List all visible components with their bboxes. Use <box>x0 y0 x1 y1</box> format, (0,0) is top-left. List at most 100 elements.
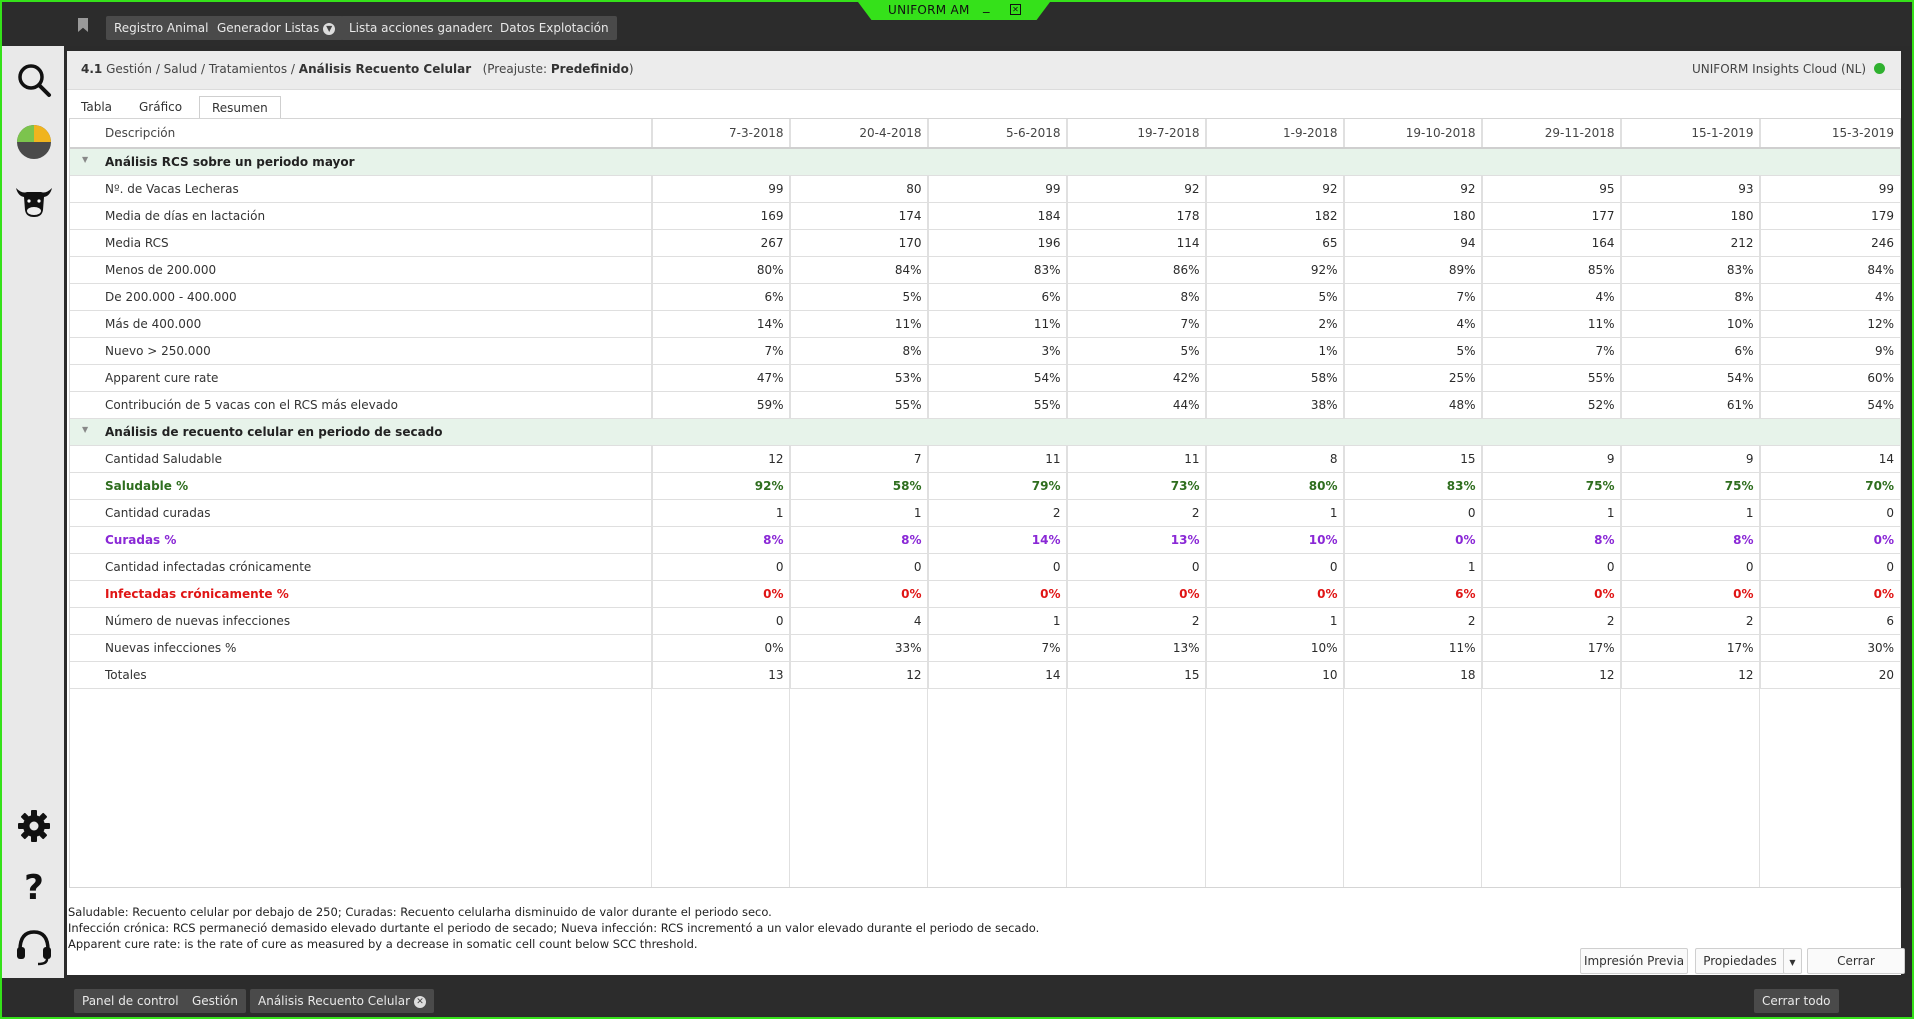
table-row[interactable]: Cantidad curadas 1 1 2 2 1 0 1 1 0 <box>70 499 1900 527</box>
table-row[interactable]: Cantidad infectadas crónicamente 0 0 0 0 0 1 0 0… <box>70 553 1900 581</box>
table-row[interactable]: Apparent cure rate 47% 53% 54% 42% 58% 25% 55% 5… <box>70 364 1900 392</box>
column-header-date[interactable]: 15-3-2019 <box>1759 119 1900 149</box>
column-header-date[interactable]: 1-9-2018 <box>1205 119 1344 149</box>
table-row[interactable]: Media de días en lactación 169 174 184 178 18… <box>70 202 1900 230</box>
column-header-date[interactable]: 20-4-2018 <box>789 119 928 149</box>
column-header-date[interactable]: 15-1-2019 <box>1620 119 1760 149</box>
preset-value[interactable]: Predefinido <box>551 62 629 76</box>
row-label: Cantidad curadas <box>70 499 652 527</box>
toolbar-button-label: Lista acciones ganadero <box>349 21 495 35</box>
row-label: Contribución de 5 vacas con el RCS más e… <box>70 391 652 419</box>
toolbar-button-registro-animal[interactable]: Registro Animal <box>106 16 217 40</box>
column-header-description[interactable]: Descripción <box>70 119 652 149</box>
group-row[interactable]: ▼ Análisis RCS sobre un periodo mayor <box>70 148 1900 176</box>
column-header-date[interactable]: 5-6-2018 <box>927 119 1067 149</box>
table-row[interactable]: Nuevas infecciones % 0% 33% 7% 13% 10% 11% 17% 1… <box>70 634 1900 662</box>
table-row[interactable]: Infectadas crónicamente % 0% 0% 0% 0% 0% 6% 0% 0… <box>70 580 1900 608</box>
collapse-caret-icon[interactable]: ▼ <box>82 425 88 434</box>
table-cell: 0% <box>927 580 1067 608</box>
table-cell: 47% <box>651 364 790 392</box>
table-row[interactable]: Número de nuevas infecciones 0 4 1 2 1 2 2 2 6 <box>70 607 1900 635</box>
table-row[interactable]: Menos de 200.000 80% 84% 83% 86% 92% 89% 85% 83%… <box>70 256 1900 284</box>
close-all-button[interactable]: Cerrar todo <box>1754 989 1839 1013</box>
table-cell: 11% <box>789 310 928 338</box>
bookmark-icon[interactable] <box>78 18 88 32</box>
row-label: Curadas % <box>70 526 652 554</box>
table-row[interactable]: Nuevo > 250.000 7% 8% 3% 5% 1% 5% 7% 6% 9% <box>70 337 1900 365</box>
row-label: De 200.000 - 400.000 <box>70 283 652 311</box>
properties-button[interactable]: Propiedades <box>1695 948 1785 974</box>
table-cell: 11% <box>1343 634 1482 662</box>
table-cell: 12 <box>1481 661 1621 689</box>
task-tab-panel[interactable]: Panel de control <box>74 989 187 1013</box>
table-cell: 8% <box>1481 526 1621 554</box>
table-row[interactable]: Saludable % 92% 58% 79% 73% 80% 83% 75% 75% 70% <box>70 472 1900 500</box>
table-cell: 0% <box>651 580 790 608</box>
table-row[interactable]: Contribución de 5 vacas con el RCS más e… <box>70 391 1900 419</box>
table-cell: 0 <box>1066 553 1206 581</box>
properties-dropdown[interactable]: ▼ <box>1783 948 1802 974</box>
table-row[interactable]: Cantidad Saludable 12 7 11 11 8 15 9 9 14 <box>70 445 1900 473</box>
search-icon[interactable] <box>14 60 54 100</box>
table-cell: 169 <box>651 202 790 230</box>
task-tab-analisis[interactable]: Análisis Recuento Celular ✕ <box>250 989 435 1013</box>
tab-tabla[interactable]: Tabla <box>69 96 124 118</box>
table-row[interactable]: Nº. de Vacas Lecheras 99 80 99 92 92 92 95 93 99 <box>70 175 1900 203</box>
group-row[interactable]: ▼ Análisis de recuento celular en periodo… <box>70 418 1900 446</box>
table-cell: 267 <box>651 229 790 257</box>
column-header-date[interactable]: 19-7-2018 <box>1066 119 1206 149</box>
row-label: Nuevo > 250.000 <box>70 337 652 365</box>
table-row[interactable]: Curadas % 8% 8% 14% 13% 10% 0% 8% 8% 0% <box>70 526 1900 554</box>
window-title: UNIFORM AM <box>888 3 970 17</box>
table-cell: 0% <box>1481 580 1621 608</box>
top-toolbar: UNIFORM AM _ ✕ Registro Animal Generador… <box>2 2 1912 46</box>
preset-prefix: (Preajuste: <box>482 62 548 76</box>
table-cell: 99 <box>651 175 790 203</box>
tab-resumen[interactable]: Resumen <box>199 96 281 119</box>
print-preview-button[interactable]: Impresión Previa <box>1580 948 1688 974</box>
table-cell: 0% <box>1343 526 1482 554</box>
tab-grafico[interactable]: Gráfico <box>127 96 194 118</box>
table-cell: 11 <box>1066 445 1206 473</box>
table-cell: 38% <box>1205 391 1344 419</box>
table-row[interactable]: Media RCS 267 170 196 114 65 94 164 212 246 <box>70 229 1900 257</box>
cow-icon[interactable] <box>14 180 54 220</box>
close-tab-icon[interactable]: ✕ <box>414 995 427 1008</box>
table-cell: 7% <box>651 337 790 365</box>
table-cell: 164 <box>1481 229 1621 257</box>
table-cell: 2% <box>1205 310 1344 338</box>
table-cell: 75% <box>1620 472 1760 500</box>
column-header-date[interactable]: 19-10-2018 <box>1343 119 1482 149</box>
help-icon[interactable]: ? <box>14 866 54 908</box>
column-header-date[interactable]: 29-11-2018 <box>1481 119 1621 149</box>
table-cell: 80% <box>651 256 790 284</box>
pie-chart-icon[interactable] <box>14 120 54 160</box>
bottom-taskbar: Panel de control Gestión Análisis Recuen… <box>2 978 1912 1015</box>
toolbar-button-datos-explotacion[interactable]: Datos Explotación <box>492 16 617 40</box>
collapse-caret-icon[interactable]: ▼ <box>82 155 88 164</box>
table-cell: 12 <box>789 661 928 689</box>
table-cell: 170 <box>789 229 928 257</box>
table-cell: 52% <box>1481 391 1621 419</box>
column-header-date[interactable]: 7-3-2018 <box>651 119 790 149</box>
gear-icon[interactable] <box>14 806 54 846</box>
table-cell: 2 <box>1066 499 1206 527</box>
chevron-down-icon[interactable]: ▼ <box>323 22 336 35</box>
breadcrumb-path[interactable]: Gestión / Salud / Tratamientos / <box>106 62 295 76</box>
table-cell: 83% <box>1343 472 1482 500</box>
row-label: Media RCS <box>70 229 652 257</box>
task-tab-gestion[interactable]: Gestión <box>184 989 246 1013</box>
table-cell: 114 <box>1066 229 1206 257</box>
close-window-icon[interactable]: ✕ <box>1010 4 1021 15</box>
minimize-icon[interactable]: _ <box>983 2 990 14</box>
table-cell: 14% <box>927 526 1067 554</box>
toolbar-button-lista-acciones[interactable]: Lista acciones ganadero <box>341 16 503 40</box>
table-row[interactable]: Totales 13 12 14 15 10 18 12 12 20 <box>70 661 1900 689</box>
table-cell: 25% <box>1343 364 1482 392</box>
toolbar-button-generador-listas[interactable]: Generador Listas ▼ <box>209 16 344 40</box>
headset-icon[interactable] <box>14 926 54 966</box>
table-row[interactable]: Más de 400.000 14% 11% 11% 7% 2% 4% 11% 10% 12% <box>70 310 1900 338</box>
close-button[interactable]: Cerrar <box>1807 948 1905 974</box>
table-row[interactable]: De 200.000 - 400.000 6% 5% 6% 8% 5% 7% 4% 8% 4% <box>70 283 1900 311</box>
footnote-line: Saludable: Recuento celular por debajo d… <box>68 905 772 919</box>
